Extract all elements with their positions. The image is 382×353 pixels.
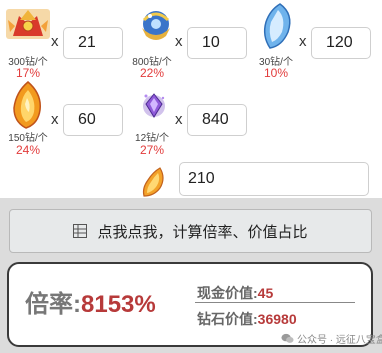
item-percent: 22%: [139, 66, 165, 80]
red-gold-chest-icon: [5, 6, 51, 42]
rate-display: 倍率:8153%: [25, 284, 156, 319]
cash-value-label: 现金价值:: [197, 285, 258, 301]
wechat-icon: [281, 333, 294, 343]
watermark: 公众号 · 远征八宝盒: [281, 331, 382, 346]
watermark-text: 公众号 · 远征八宝盒: [297, 335, 382, 346]
multiply-sign: x: [51, 33, 59, 50]
item-percent: 17%: [15, 66, 41, 80]
table-grid-icon: [73, 224, 88, 238]
blue-gold-ornament-icon: [136, 6, 176, 46]
purple-gem-icon: [140, 90, 168, 120]
cash-value: 45: [257, 285, 274, 301]
item-percent: 10%: [263, 66, 289, 80]
multiply-sign: x: [299, 33, 307, 50]
rate-value: 8153%: [81, 291, 156, 318]
calculate-button[interactable]: 点我点我，计算倍率、价值占比: [9, 209, 372, 253]
blue-crystal-shard-icon: [258, 2, 298, 50]
divider: [195, 302, 355, 303]
orange-feather-icon: [138, 166, 168, 198]
item-price: 150钻/个: [8, 133, 48, 144]
quantity-input-3[interactable]: [311, 27, 371, 59]
diamond-value-line: 钻石价值:36980: [197, 309, 297, 329]
item-percent: 27%: [139, 143, 165, 157]
multiply-sign: x: [175, 33, 183, 50]
orange-flame-crystal-icon: [8, 80, 48, 130]
multiply-sign: x: [51, 111, 59, 128]
quantity-input-2[interactable]: [187, 27, 247, 59]
quantity-input-5[interactable]: [187, 104, 247, 136]
item-price: 12钻/个: [135, 133, 169, 144]
calculate-button-label: 点我点我，计算倍率、价值占比: [97, 223, 308, 241]
cash-value-line: 现金价值:45: [197, 283, 273, 303]
diamond-value: 36980: [257, 311, 297, 327]
quantity-input-1[interactable]: [63, 27, 123, 59]
quantity-input-6[interactable]: [179, 162, 369, 196]
diamond-value-label: 钻石价值:: [197, 311, 258, 327]
item-percent: 24%: [15, 143, 41, 157]
rate-label: 倍率:: [25, 291, 81, 318]
quantity-input-4[interactable]: [63, 104, 123, 136]
multiply-sign: x: [175, 111, 183, 128]
